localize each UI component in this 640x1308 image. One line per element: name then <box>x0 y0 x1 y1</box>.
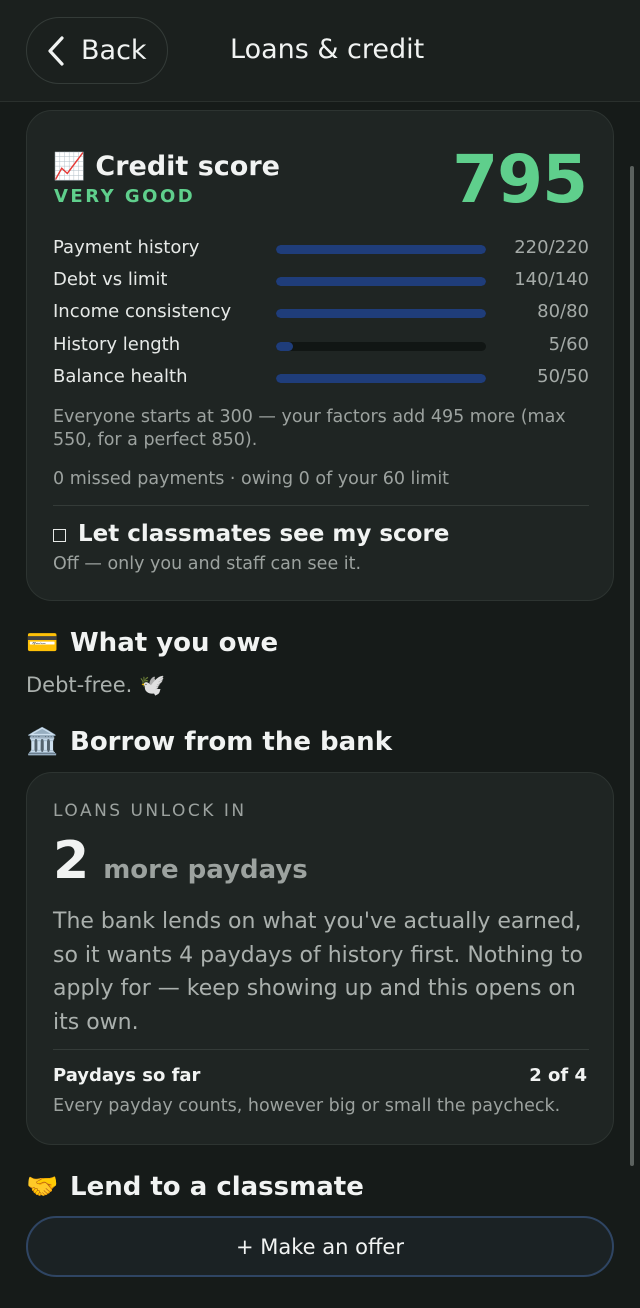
page-title: Loans & credit <box>230 34 425 65</box>
payment-summary: 0 missed payments · owing 0 of your 60 l… <box>53 469 450 489</box>
factor-name: History length <box>53 334 181 355</box>
what-you-owe-heading: 💳 What you owe <box>26 628 278 658</box>
lend-heading: 🤝 Lend to a classmate <box>26 1172 364 1202</box>
paydays-value: 2 of 4 <box>529 1065 587 1086</box>
factor-bar <box>276 245 486 254</box>
credit-score-heading: 📈 Credit score <box>53 151 280 182</box>
unlock-countdown: 2 more paydays <box>53 831 308 891</box>
bank-building-icon: 🏛️ <box>26 727 59 757</box>
scrollbar[interactable] <box>630 166 634 1166</box>
factor-debt-vs-limit: Debt vs limit 140/140 <box>53 269 589 293</box>
section-title: What you owe <box>70 628 279 658</box>
factor-balance-health: Balance health 50/50 <box>53 366 589 390</box>
factor-bar <box>276 342 486 351</box>
section-title: Lend to a classmate <box>70 1172 364 1202</box>
credit-card-icon: 💳 <box>26 628 59 658</box>
credit-score-value: 795 <box>452 141 588 218</box>
factor-bar-fill <box>276 342 294 351</box>
factor-value: 80/80 <box>537 301 589 322</box>
factor-bar <box>276 277 486 286</box>
paydays-label: Paydays so far <box>53 1065 201 1086</box>
credit-rating: VERY GOOD <box>54 186 196 207</box>
handshake-icon: 🤝 <box>26 1172 59 1202</box>
factor-bar <box>276 374 486 383</box>
unlock-count: 2 <box>53 831 90 891</box>
checkbox-icon[interactable] <box>53 528 66 542</box>
factor-bar-fill <box>276 245 486 254</box>
factor-value: 5/60 <box>548 334 589 355</box>
factor-income-consistency: Income consistency 80/80 <box>53 301 589 325</box>
borrow-heading: 🏛️ Borrow from the bank <box>26 727 392 757</box>
chart-increasing-icon: 📈 <box>53 151 86 182</box>
back-label: Back <box>81 35 147 66</box>
paydays-note: Every payday counts, however big or smal… <box>53 1096 561 1116</box>
factor-bar-fill <box>276 374 486 383</box>
factor-value: 220/220 <box>514 237 589 258</box>
factor-name: Balance health <box>53 366 188 387</box>
factor-value: 140/140 <box>514 269 589 290</box>
divider <box>53 505 589 506</box>
app-header: Back Loans & credit <box>0 0 640 102</box>
make-offer-button[interactable]: + Make an offer <box>26 1216 614 1277</box>
score-explanation: Everyone starts at 300 — your factors ad… <box>53 407 566 450</box>
share-score-status: Off — only you and staff can see it. <box>53 554 362 574</box>
factor-name: Income consistency <box>53 301 232 322</box>
chevron-left-icon <box>48 35 64 66</box>
loan-description: The bank lends on what you've actually e… <box>53 909 583 1035</box>
section-title: Borrow from the bank <box>70 727 392 757</box>
factor-payment-history: Payment history 220/220 <box>53 237 589 261</box>
factor-value: 50/50 <box>537 366 589 387</box>
share-score-toggle[interactable]: Let classmates see my score <box>53 521 449 547</box>
unlock-label: LOANS UNLOCK IN <box>53 801 247 821</box>
divider <box>53 1049 589 1050</box>
unlock-unit: more paydays <box>103 855 308 885</box>
factor-bar-fill <box>276 277 486 286</box>
loan-unlock-card: LOANS UNLOCK IN 2 more paydays The bank … <box>26 772 614 1145</box>
factor-name: Debt vs limit <box>53 269 168 290</box>
factor-bar-fill <box>276 309 486 318</box>
debt-status: Debt-free. 🕊️ <box>26 673 166 697</box>
credit-score-title: Credit score <box>95 151 280 182</box>
factor-bar <box>276 309 486 318</box>
factor-name: Payment history <box>53 237 200 258</box>
back-button[interactable]: Back <box>26 17 168 84</box>
credit-score-card: 📈 Credit score VERY GOOD 795 Payment his… <box>26 110 614 601</box>
share-score-label: Let classmates see my score <box>78 521 450 547</box>
factor-history-length: History length 5/60 <box>53 334 589 358</box>
